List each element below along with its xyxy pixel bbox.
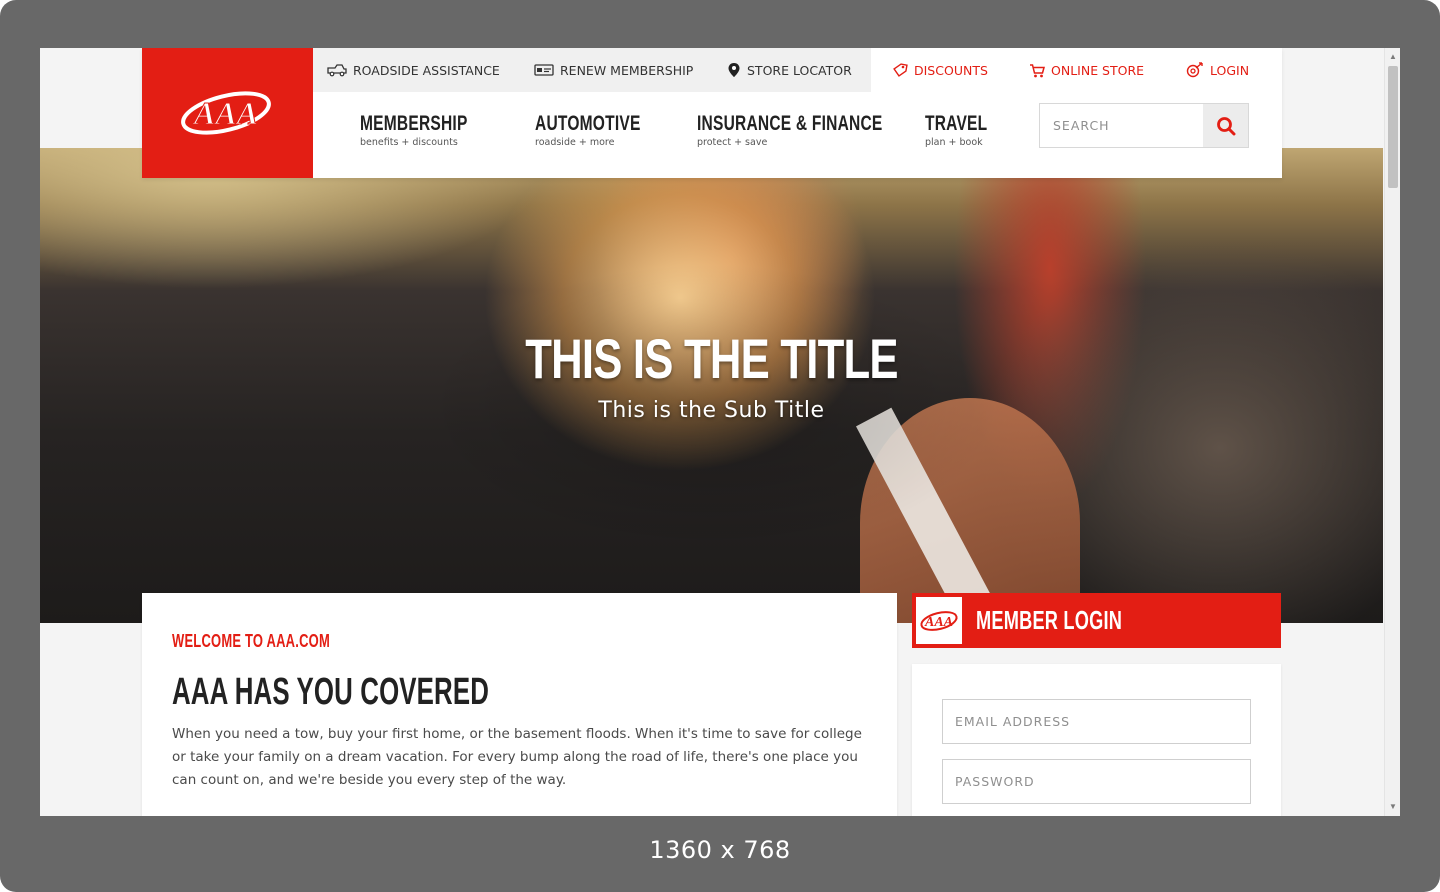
welcome-body: When you need a tow, buy your first home… (172, 726, 862, 788)
login-icon (1186, 62, 1203, 78)
nav-membership[interactable]: MEMBERSHIP benefits + discounts (360, 112, 505, 148)
search-input[interactable] (1040, 104, 1204, 147)
shopping-cart-icon (1030, 63, 1045, 77)
login-link[interactable]: LOGIN (1186, 48, 1249, 92)
nav-membership-label: MEMBERSHIP (360, 112, 468, 135)
site-header: AAA ROADSIDE ASSISTANCE RENEW MEMBERSHIP… (142, 48, 1282, 178)
roadside-assistance-link[interactable]: ROADSIDE ASSISTANCE (327, 48, 500, 92)
nav-automotive-sublabel: roadside + more (535, 137, 615, 148)
nav-travel-label: TRAVEL (925, 112, 988, 135)
viewport-size-label: 1360 x 768 (649, 836, 791, 864)
search-box (1039, 103, 1249, 148)
scroll-down-arrow-icon[interactable]: ▼ (1385, 800, 1400, 814)
password-field[interactable] (942, 759, 1251, 804)
tow-truck-icon (327, 64, 347, 77)
page-scrollbar[interactable]: ▲ ▼ (1384, 48, 1400, 816)
email-field[interactable] (942, 699, 1251, 744)
logo-wordmark: AAA (192, 95, 258, 131)
nav-membership-sublabel: benefits + discounts (360, 137, 458, 148)
welcome-eyebrow: WELCOME TO AAA.COM (172, 631, 330, 651)
aaa-logo[interactable]: AAA (142, 48, 313, 178)
hero-title: THIS IS THE TITLE (525, 327, 898, 390)
nav-travel[interactable]: TRAVEL plan + book (925, 112, 1009, 148)
tag-icon (893, 63, 908, 77)
roadside-assistance-label: ROADSIDE ASSISTANCE (353, 62, 500, 78)
discounts-link[interactable]: DISCOUNTS (892, 48, 988, 92)
store-locator-link[interactable]: STORE LOCATOR (727, 48, 852, 92)
utility-bar: ROADSIDE ASSISTANCE RENEW MEMBERSHIP STO… (313, 48, 1282, 92)
search-button[interactable] (1203, 104, 1248, 147)
store-locator-label: STORE LOCATOR (747, 62, 852, 78)
login-label: LOGIN (1210, 62, 1250, 78)
discounts-label: DISCOUNTS (914, 62, 988, 78)
aaa-logo-icon: AAA (920, 610, 958, 631)
member-login-title: MEMBER LOGIN (976, 605, 1123, 635)
scrollbar-thumb[interactable] (1388, 66, 1398, 188)
hero-banner: THIS IS THE TITLE This is the Sub Title (40, 148, 1383, 623)
welcome-card: WELCOME TO AAA.COM AAA HAS YOU COVERED W… (142, 593, 897, 816)
nav-travel-sublabel: plan + book (925, 137, 983, 148)
member-login-header: AAA MEMBER LOGIN (912, 593, 1281, 648)
nav-automotive-label: AUTOMOTIVE (535, 112, 641, 135)
hero-subtitle: This is the Sub Title (598, 398, 825, 423)
aaa-logo-icon: AAA (181, 91, 271, 135)
nav-insurance-finance-sublabel: protect + save (697, 137, 768, 148)
member-login-logo: AAA (916, 597, 962, 644)
online-store-link[interactable]: ONLINE STORE (1029, 48, 1144, 92)
online-store-label: ONLINE STORE (1051, 62, 1145, 78)
renew-membership-link[interactable]: RENEW MEMBERSHIP (534, 48, 693, 92)
renew-membership-label: RENEW MEMBERSHIP (560, 62, 694, 78)
map-pin-icon (728, 63, 740, 77)
search-icon (1216, 116, 1235, 135)
nav-insurance-finance-label: INSURANCE & FINANCE (697, 112, 883, 135)
nav-automotive[interactable]: AUTOMOTIVE roadside + more (535, 112, 678, 148)
welcome-heading: AAA HAS YOU COVERED (172, 671, 490, 713)
browser-viewport: THIS IS THE TITLE This is the Sub Title … (40, 48, 1400, 816)
scroll-up-arrow-icon[interactable]: ▲ (1385, 50, 1400, 64)
login-logo-wordmark: AAA (924, 615, 953, 630)
membership-card-icon (534, 64, 554, 76)
nav-insurance-finance[interactable]: INSURANCE & FINANCE protect + save (697, 112, 948, 148)
member-login-card (912, 664, 1281, 816)
